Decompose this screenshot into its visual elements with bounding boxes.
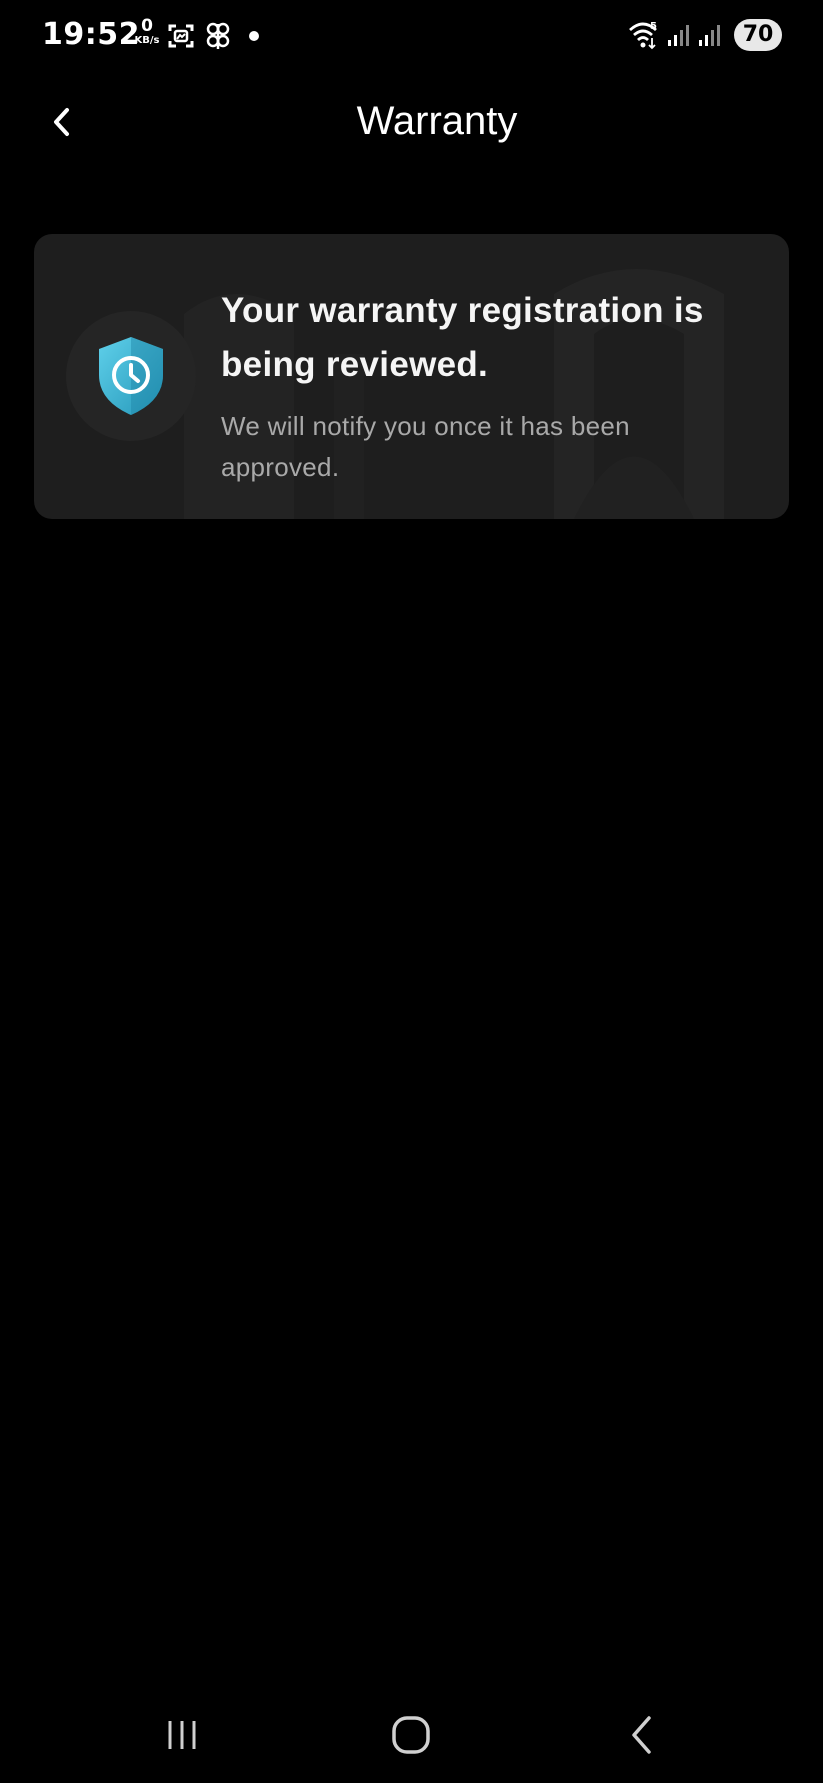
- warranty-screen: 19:52 0 KB/s 5 70 Warranty Your warranty…: [0, 0, 823, 1783]
- status-bar: 19:52 0 KB/s 5 70: [0, 0, 823, 72]
- battery-indicator: 70: [734, 19, 782, 51]
- icon-badge: [66, 311, 196, 441]
- recents-button[interactable]: [137, 1690, 227, 1780]
- data-rate-value: 0: [141, 16, 153, 36]
- app-header: Warranty: [0, 80, 823, 164]
- shield-clock-icon: [99, 337, 163, 415]
- card-subtitle: We will notify you once it has been appr…: [221, 411, 630, 482]
- status-time: 19:52: [42, 17, 140, 52]
- back-icon: [632, 1716, 651, 1754]
- svg-text:5: 5: [650, 21, 657, 32]
- wifi-icon: 5: [628, 20, 662, 55]
- page-title: Warranty: [356, 99, 518, 143]
- butterfly-icon: [204, 21, 232, 56]
- system-nav-bar: [0, 1690, 823, 1783]
- system-back-button[interactable]: [597, 1690, 687, 1780]
- warranty-status-card: Your warranty registration is being revi…: [34, 234, 789, 519]
- recents-icon: [168, 1721, 196, 1749]
- card-title: Your warranty registration is being revi…: [221, 291, 704, 384]
- home-icon: [392, 1716, 430, 1754]
- signal-icon: [697, 22, 723, 53]
- screenshot-icon: [167, 22, 195, 55]
- data-rate: 0 KB/s: [131, 18, 163, 47]
- signal-icon: [666, 22, 692, 53]
- notification-dot: [249, 31, 259, 41]
- data-rate-unit: KB/s: [134, 35, 160, 46]
- home-button[interactable]: [366, 1690, 456, 1780]
